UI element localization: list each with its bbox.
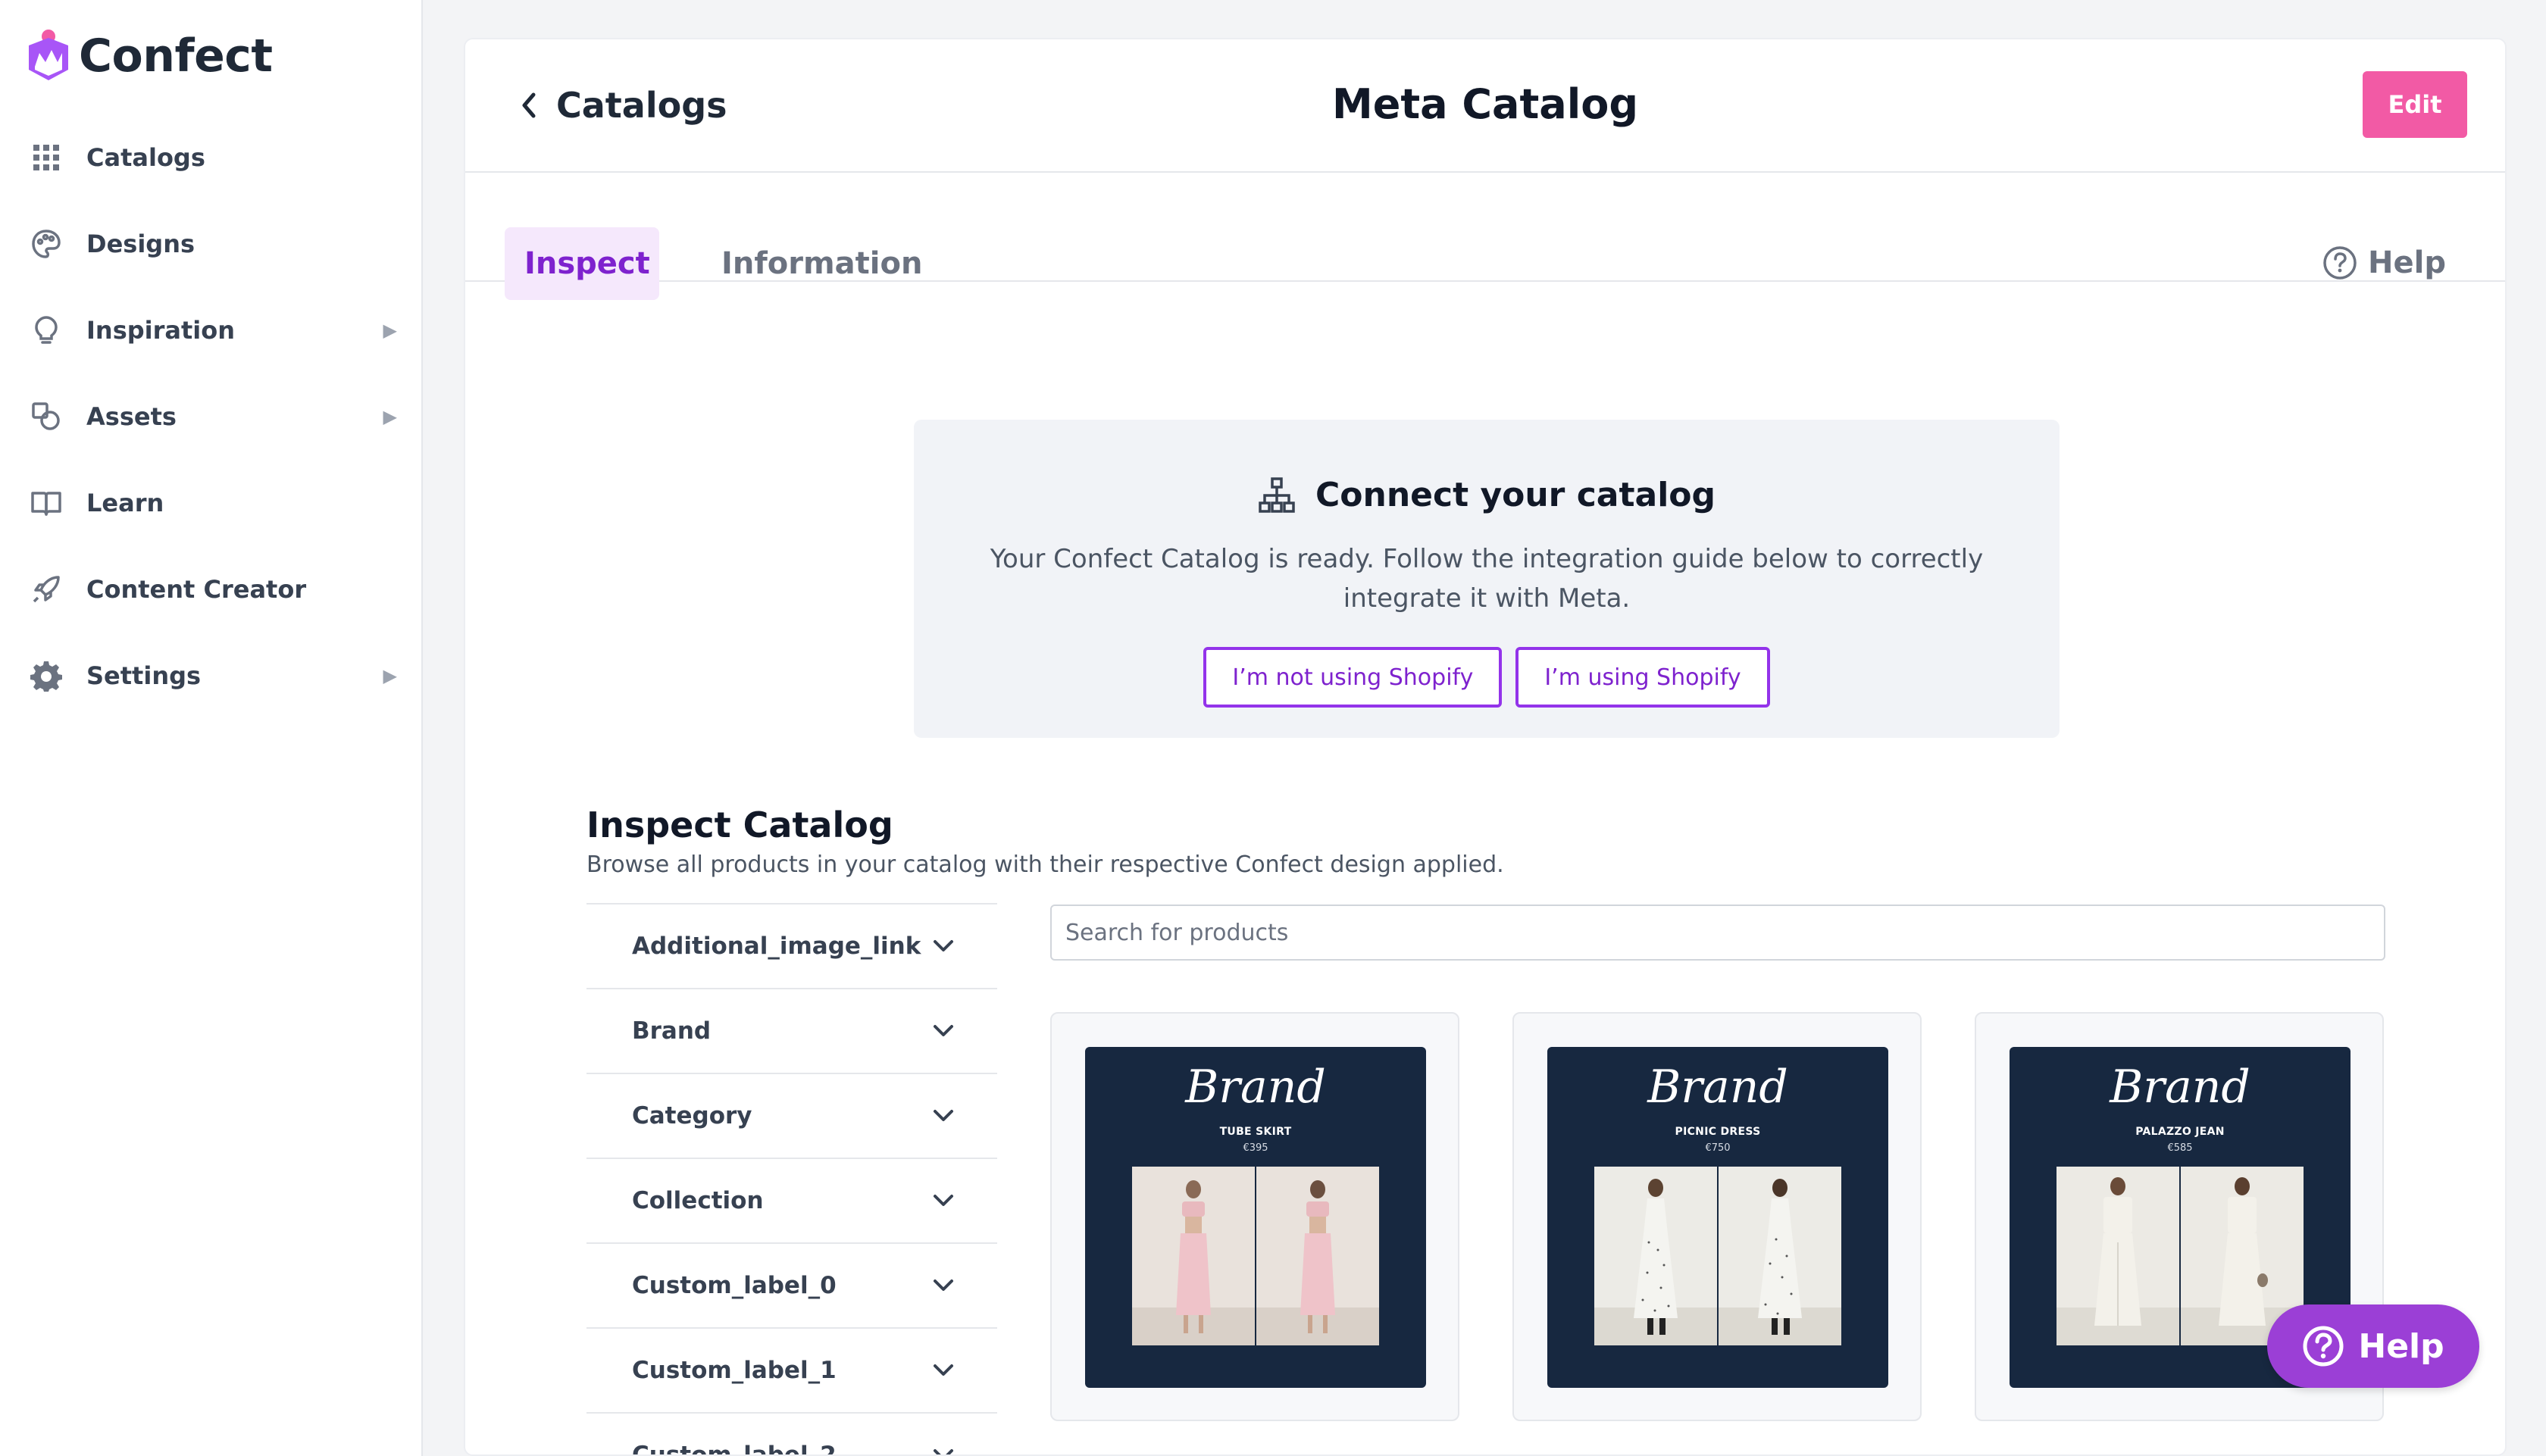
question-circle-icon [2303,1326,2344,1367]
filter-custom-label-1[interactable]: Custom_label_1 [586,1327,997,1412]
tab-label: Inspect [524,246,650,281]
product-photo-front [2057,1167,2179,1345]
brand-logo: Brand [1647,1061,1788,1114]
product-name: PALAZZO JEAN [2135,1126,2225,1138]
filter-label: Additional_image_link [632,933,921,960]
tabs-bar: Inspect Information Help [465,173,2505,300]
connect-buttons: I’m not using Shopify I’m using Shopify [914,647,2060,708]
back-label: Catalogs [556,85,727,126]
question-circle-icon [2323,246,2357,280]
floating-help-label: Help [2358,1326,2444,1366]
product-name: PICNIC DRESS [1675,1126,1761,1138]
sidebar-item-label: Settings [86,661,202,690]
gear-icon [29,658,64,693]
sidebar-item-content-creator[interactable]: Content Creator [29,559,397,620]
sidebar-item-settings[interactable]: Settings ▶ [29,645,397,706]
product-card[interactable]: Brand PICNIC DRESS €750 [1512,1012,1922,1421]
help-link[interactable]: Help [2322,245,2446,280]
filter-custom-label-2[interactable]: Custom_label_2 [586,1412,997,1456]
filter-collection[interactable]: Collection [586,1158,997,1242]
tab-information[interactable]: Information [702,227,942,300]
sidebar-item-label: Catalogs [86,143,205,172]
filter-custom-label-0[interactable]: Custom_label_0 [586,1242,997,1327]
product-price: €585 [2167,1142,2193,1154]
filter-label: Collection [632,1187,764,1214]
filter-category[interactable]: Category [586,1073,997,1158]
search-products-input[interactable] [1050,905,2385,961]
sidebar-item-label: Assets [86,402,177,431]
brand-logo: Brand [2110,1061,2250,1114]
chevron-down-icon [934,1195,953,1206]
connect-catalog-panel: Connect your catalog Your Confect Catalo… [914,420,2060,738]
sidebar-item-assets[interactable]: Assets ▶ [29,386,397,447]
app-name: Confect [79,30,273,83]
filter-additional-image-link[interactable]: Additional_image_link [586,903,997,988]
lightbulb-icon [29,313,64,348]
chevron-left-icon [522,92,536,118]
chevron-down-icon [934,1449,953,1454]
sidebar: Confect Catalogs Designs Inspiration ▶ A… [0,0,423,1456]
product-name: TUBE SKIRT [1219,1126,1292,1138]
connect-description: Your Confect Catalog is ready. Follow th… [990,544,1984,614]
filter-label: Custom_label_2 [632,1442,837,1456]
sidebar-item-catalogs[interactable]: Catalogs [29,127,397,188]
grid-icon [29,140,64,175]
chevron-down-icon [934,1364,953,1376]
palette-icon [29,227,64,261]
product-photo-back [1719,1167,1841,1345]
not-using-shopify-button[interactable]: I’m not using Shopify [1203,647,1503,708]
inspect-catalog-title: Inspect Catalog [586,805,893,845]
filter-label: Custom_label_1 [632,1357,837,1384]
sidebar-item-label: Inspiration [86,316,236,345]
confect-logo[interactable]: Confect [24,27,273,85]
tab-label: Information [721,246,923,281]
product-card[interactable]: Brand TUBE SKIRT €395 [1050,1012,1459,1421]
using-shopify-button[interactable]: I’m using Shopify [1515,647,1770,708]
help-label: Help [2368,245,2446,280]
brand-logo: Brand [1185,1061,1326,1114]
filter-label: Brand [632,1017,712,1045]
page-header: Meta Catalog Catalogs Edit [465,39,2505,173]
main-card: Meta Catalog Catalogs Edit Inspect Infor… [464,38,2507,1456]
filter-brand[interactable]: Brand [586,988,997,1073]
filter-label: Custom_label_0 [632,1272,837,1299]
tab-inspect[interactable]: Inspect [505,227,659,300]
edit-button[interactable]: Edit [2363,71,2467,138]
sidebar-item-learn[interactable]: Learn [29,473,397,533]
product-photo-back [1256,1167,1379,1345]
confect-logo-icon [29,30,68,80]
chevron-right-icon: ▶ [383,406,397,427]
sidebar-item-inspiration[interactable]: Inspiration ▶ [29,300,397,361]
product-image: Brand TUBE SKIRT €395 [1085,1047,1426,1388]
floating-help-button[interactable]: Help [2267,1304,2479,1388]
product-image: Brand PICNIC DRESS €750 [1547,1047,1888,1388]
chevron-down-icon [934,1279,953,1291]
chevron-down-icon [934,940,953,951]
page-title: Meta Catalog [1332,80,1638,128]
back-to-catalogs-link[interactable]: Catalogs [517,85,727,126]
product-price: €395 [1243,1142,1268,1154]
rocket-icon [29,572,64,607]
filter-label: Category [632,1102,752,1129]
connect-title-row: Connect your catalog [914,476,2060,514]
chevron-right-icon: ▶ [383,665,397,686]
connect-title: Connect your catalog [1315,476,1716,514]
chevron-down-icon [934,1110,953,1121]
inspect-catalog-description: Browse all products in your catalog with… [586,851,1504,878]
sidebar-item-label: Content Creator [86,575,307,604]
book-icon [29,486,64,520]
sidebar-item-label: Designs [86,230,195,258]
sidebar-item-designs[interactable]: Designs [29,214,397,274]
product-price: €750 [1705,1142,1731,1154]
shapes-icon [29,399,64,434]
product-photo-front [1594,1167,1717,1345]
product-photo-front [1132,1167,1255,1345]
sidebar-item-label: Learn [86,489,164,517]
chevron-right-icon: ▶ [383,320,397,341]
chevron-down-icon [934,1025,953,1036]
sitemap-icon [1259,476,1295,513]
